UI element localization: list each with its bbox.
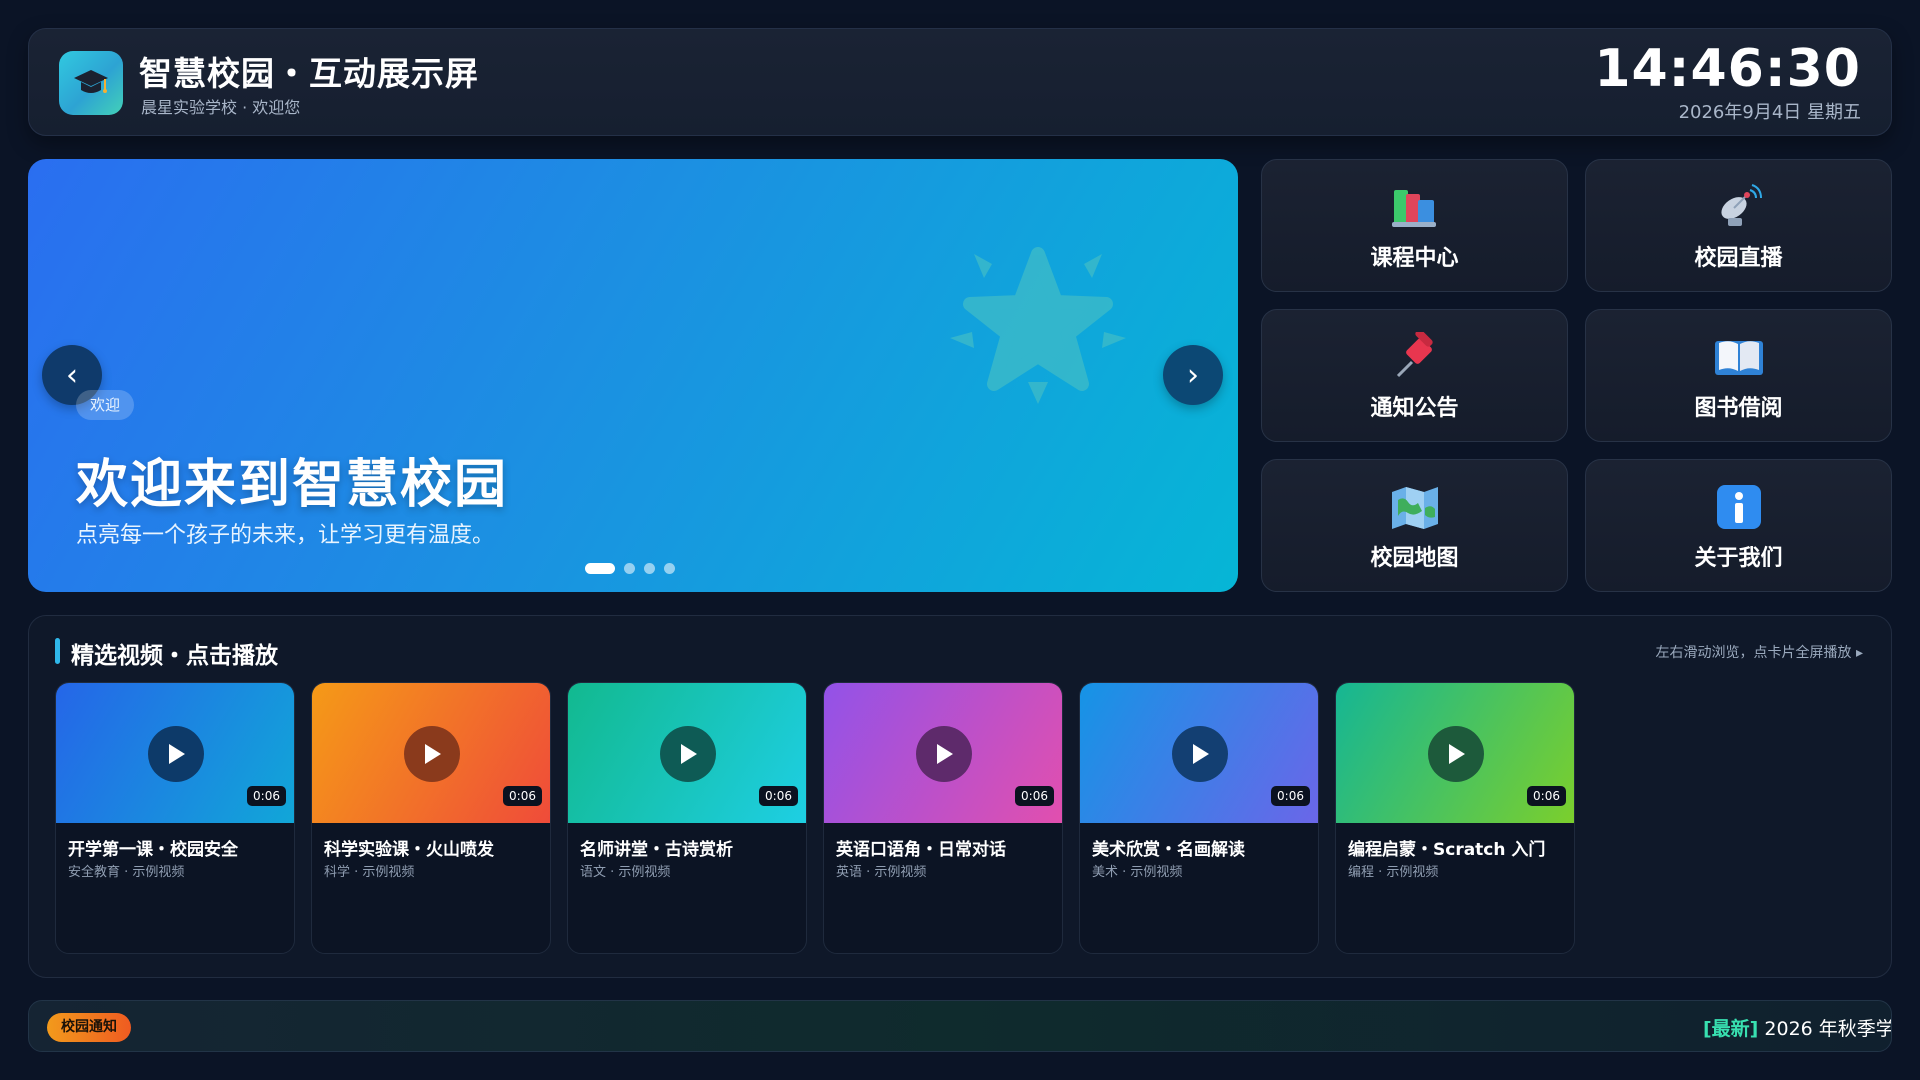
- tile-notices[interactable]: 通知公告: [1261, 309, 1568, 442]
- video-card[interactable]: 0:06 英语口语角・日常对话英语 · 示例视频: [823, 682, 1063, 954]
- video-duration: 0:06: [247, 786, 286, 806]
- notice-ticker: 校园通知 [最新] 2026 年秋季学期: [28, 1000, 1892, 1052]
- video-title: 美术欣赏・名画解读: [1092, 840, 1245, 860]
- video-duration: 0:06: [1527, 786, 1566, 806]
- banner-title: 欢迎来到智慧校园: [76, 455, 509, 515]
- section-hint: 左右滑动浏览，点卡片全屏播放 ▸: [1655, 645, 1863, 661]
- carousel-next-button[interactable]: ›: [1163, 345, 1223, 405]
- app-title: 智慧校园・互动展示屏: [139, 54, 479, 93]
- header-bar: 智慧校园・互动展示屏 晨星实验学校 · 欢迎您 14:46:30 2026年9月…: [28, 28, 1892, 136]
- books-icon: [1390, 180, 1440, 234]
- video-thumbnail[interactable]: 0:06: [824, 683, 1062, 823]
- tile-label: 校园直播: [1694, 245, 1783, 271]
- tile-course-center[interactable]: 课程中心: [1261, 159, 1568, 292]
- satellite-dish-icon: [1714, 180, 1764, 234]
- tile-about-us[interactable]: 关于我们: [1585, 459, 1892, 592]
- video-title: 英语口语角・日常对话: [836, 840, 1006, 860]
- ticker-message: 2026 年秋季学期: [1764, 1018, 1891, 1040]
- video-title: 开学第一课・校园安全: [68, 840, 238, 860]
- notice-badge: 校园通知: [47, 1013, 131, 1042]
- carousel-dot[interactable]: [624, 563, 635, 574]
- video-title: 科学实验课・火山喷发: [324, 840, 494, 860]
- featured-videos-section: 精选视频・点击播放 左右滑动浏览，点卡片全屏播放 ▸ 0:06 开学第一课・校园安…: [28, 615, 1892, 978]
- video-meta: 语文 · 示例视频: [580, 865, 671, 880]
- video-thumbnail[interactable]: 0:06: [1336, 683, 1574, 823]
- carousel-indicators: [585, 563, 675, 574]
- carousel-dot[interactable]: [664, 563, 675, 574]
- video-card[interactable]: 0:06 科学实验课・火山喷发科学 · 示例视频: [311, 682, 551, 954]
- video-card[interactable]: 0:06 开学第一课・校园安全安全教育 · 示例视频: [55, 682, 295, 954]
- star-icon: [948, 234, 1128, 418]
- date-text: 2026年9月4日 星期五: [1678, 102, 1861, 123]
- carousel-dot[interactable]: [585, 563, 615, 574]
- play-icon[interactable]: [148, 726, 204, 782]
- banner-description: 点亮每一个孩子的未来，让学习更有温度。: [76, 523, 495, 548]
- video-thumbnail[interactable]: 0:06: [312, 683, 550, 823]
- play-icon[interactable]: [660, 726, 716, 782]
- carousel-dot[interactable]: [644, 563, 655, 574]
- video-meta: 安全教育 · 示例视频: [68, 865, 185, 880]
- video-thumbnail[interactable]: 0:06: [1080, 683, 1318, 823]
- video-title: 名师讲堂・古诗赏析: [580, 840, 733, 860]
- section-title: 精选视频・点击播放: [71, 643, 278, 669]
- banner-carousel[interactable]: ‹ › 欢迎 欢迎来到智慧校园 点亮每一个孩子的未来，让学习更有温度。: [28, 159, 1238, 592]
- tile-campus-map[interactable]: 校园地图: [1261, 459, 1568, 592]
- video-thumbnail[interactable]: 0:06: [568, 683, 806, 823]
- ticker-tag: [最新]: [1703, 1018, 1759, 1040]
- open-book-icon: [1713, 330, 1765, 384]
- ticker-text: [最新] 2026 年秋季学期: [1703, 1014, 1891, 1041]
- tile-label: 课程中心: [1370, 245, 1459, 271]
- tile-label: 通知公告: [1370, 395, 1459, 421]
- graduation-cap-icon: [59, 51, 123, 115]
- info-icon: [1715, 480, 1763, 534]
- video-title: 编程启蒙・Scratch 入门: [1348, 840, 1546, 860]
- video-meta: 美术 · 示例视频: [1092, 865, 1183, 880]
- tile-label: 校园地图: [1370, 545, 1459, 571]
- banner-badge: 欢迎: [76, 390, 135, 420]
- tile-campus-live[interactable]: 校园直播: [1585, 159, 1892, 292]
- video-card[interactable]: 0:06 美术欣赏・名画解读美术 · 示例视频: [1079, 682, 1319, 954]
- section-accent-bar: [55, 638, 60, 664]
- pushpin-icon: [1390, 330, 1440, 384]
- video-meta: 编程 · 示例视频: [1348, 865, 1439, 880]
- video-card[interactable]: 0:06 名师讲堂・古诗赏析语文 · 示例视频: [567, 682, 807, 954]
- play-icon[interactable]: [1172, 726, 1228, 782]
- clock: 14:46:30: [1594, 39, 1861, 99]
- play-icon[interactable]: [1428, 726, 1484, 782]
- tile-label: 图书借阅: [1694, 395, 1783, 421]
- video-duration: 0:06: [1271, 786, 1310, 806]
- map-icon: [1389, 480, 1441, 534]
- video-duration: 0:06: [503, 786, 542, 806]
- video-card[interactable]: 0:06 编程启蒙・Scratch 入门编程 · 示例视频: [1335, 682, 1575, 954]
- tile-label: 关于我们: [1694, 545, 1783, 571]
- video-duration: 0:06: [759, 786, 798, 806]
- tile-library[interactable]: 图书借阅: [1585, 309, 1892, 442]
- video-thumbnail[interactable]: 0:06: [56, 683, 294, 823]
- school-welcome-text: 晨星实验学校 · 欢迎您: [141, 98, 301, 117]
- play-icon[interactable]: [916, 726, 972, 782]
- video-meta: 英语 · 示例视频: [836, 865, 927, 880]
- play-icon[interactable]: [404, 726, 460, 782]
- video-meta: 科学 · 示例视频: [324, 865, 415, 880]
- video-duration: 0:06: [1015, 786, 1054, 806]
